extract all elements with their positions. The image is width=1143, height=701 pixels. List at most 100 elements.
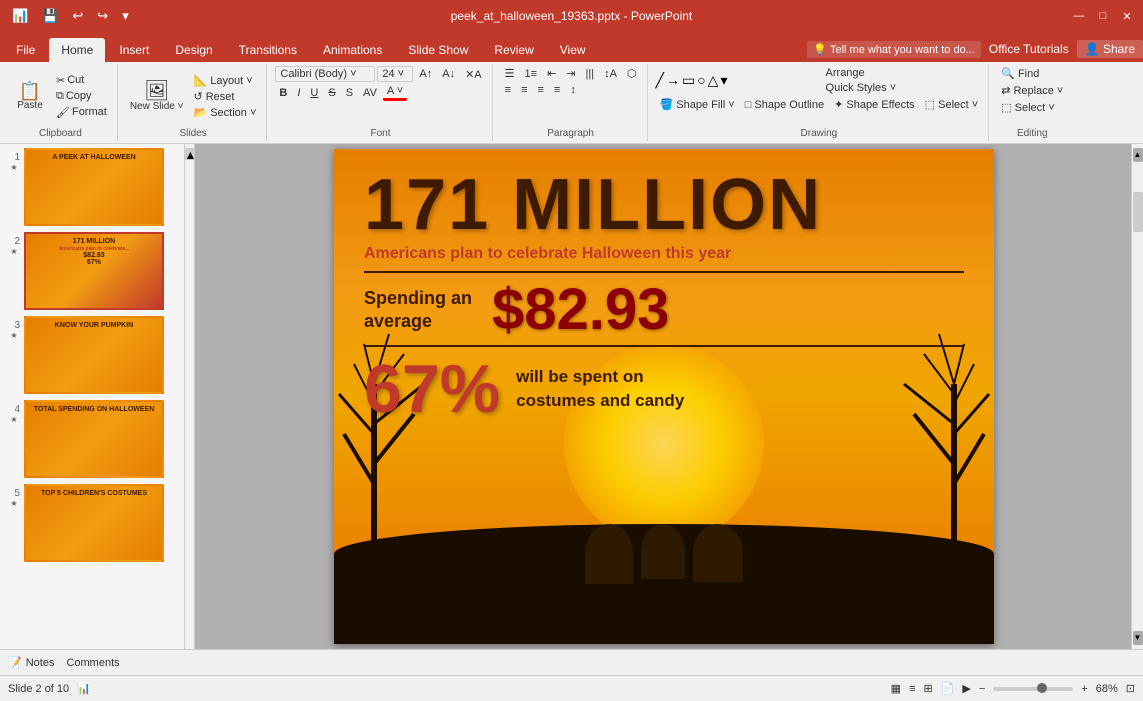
slide-thumb-5[interactable]: 5 ★ TOP 5 CHILDREN'S COSTUMES	[4, 484, 180, 562]
maximize-button[interactable]: □	[1095, 8, 1111, 24]
select-button[interactable]: ⬚ Select ˅	[921, 97, 983, 112]
quick-save-button[interactable]: 💾	[38, 6, 62, 26]
bold-button[interactable]: B	[275, 86, 291, 100]
slide-image-5[interactable]: TOP 5 CHILDREN'S COSTUMES	[24, 484, 164, 562]
decrease-indent-button[interactable]: ⇤	[543, 66, 560, 81]
slide-panel[interactable]: 1 ★ A PEEK AT HALLOWEEN 2 ★ 171 MILLIONA…	[0, 144, 185, 649]
char-spacing-button[interactable]: AV	[359, 86, 381, 100]
fit-slide-button[interactable]: ⊡	[1126, 682, 1135, 695]
tab-insert[interactable]: Insert	[107, 38, 161, 62]
zoom-in-button[interactable]: +	[1081, 683, 1087, 695]
vertical-scrollbar[interactable]: ▲ ▼	[1131, 144, 1143, 649]
numbering-button[interactable]: 1≡	[521, 67, 542, 81]
comments-button[interactable]: Comments	[66, 657, 119, 669]
slide-image-2[interactable]: 171 MILLIONAmericans plan to celebrate..…	[24, 232, 164, 310]
increase-font-button[interactable]: A↑	[415, 67, 436, 81]
new-slide-icon: 🖼	[144, 81, 169, 101]
slide-sorter-button[interactable]: ⊞	[923, 682, 932, 695]
slide-thumb-3[interactable]: 3 ★ KNOW YOUR PUMPKIN	[4, 316, 180, 394]
minimize-button[interactable]: —	[1071, 8, 1087, 24]
align-center-button[interactable]: ≡	[517, 83, 531, 97]
reading-view-button[interactable]: 📄	[941, 682, 955, 695]
scroll-thumb[interactable]	[1133, 192, 1143, 232]
normal-view-button[interactable]: ▦	[891, 682, 901, 695]
circle-shape[interactable]: ○	[697, 72, 705, 89]
align-left-button[interactable]: ≡	[501, 83, 515, 97]
decrease-font-button[interactable]: A↓	[438, 67, 459, 81]
notes-button[interactable]: Notes	[26, 657, 55, 669]
scroll-down-arrow[interactable]: ▼	[1133, 631, 1143, 645]
tab-animations[interactable]: Animations	[311, 38, 394, 62]
font-selector[interactable]: Calibri (Body) ˅	[275, 66, 375, 82]
main-slide[interactable]: 171 MILLION Americans plan to celebrate …	[334, 149, 994, 644]
tab-home[interactable]: Home	[49, 38, 105, 62]
tab-transitions[interactable]: Transitions	[227, 38, 309, 62]
close-button[interactable]: ✕	[1119, 8, 1135, 24]
layout-button[interactable]: 📐 Layout ˅	[189, 73, 260, 88]
slide-image-4[interactable]: TOTAL SPENDING ON HALLOWEEN	[24, 400, 164, 478]
office-tutorials-link[interactable]: Office Tutorials	[989, 42, 1069, 56]
line-shape[interactable]: ╱	[656, 72, 664, 89]
vertical-scrollbar-left[interactable]: ▲	[185, 144, 195, 649]
slide-thumb-4[interactable]: 4 ★ TOTAL SPENDING ON HALLOWEEN	[4, 400, 180, 478]
tab-review[interactable]: Review	[482, 38, 545, 62]
quick-redo-button[interactable]: ↪	[93, 6, 112, 26]
quick-styles-button[interactable]: Quick Styles ˅	[822, 81, 901, 95]
shadow-button[interactable]: S	[342, 86, 357, 100]
zoom-out-button[interactable]: −	[979, 683, 985, 695]
smart-art-button[interactable]: ⬡	[623, 66, 641, 81]
presenter-view-button[interactable]: ▶	[962, 682, 970, 695]
slide-thumb-1[interactable]: 1 ★ A PEEK AT HALLOWEEN	[4, 148, 180, 226]
tab-slideshow[interactable]: Slide Show	[396, 38, 480, 62]
zoom-slider[interactable]	[993, 687, 1073, 691]
slide-image-3[interactable]: KNOW YOUR PUMPKIN	[24, 316, 164, 394]
tab-design[interactable]: Design	[163, 38, 224, 62]
tab-file[interactable]: File	[4, 38, 47, 62]
quick-undo-button[interactable]: ↩	[68, 6, 87, 26]
reset-button[interactable]: ↺ Reset	[189, 89, 260, 104]
copy-button[interactable]: ⧉ Copy	[52, 89, 111, 104]
scroll-up-arrow[interactable]: ▲	[1133, 148, 1143, 162]
share-button[interactable]: 👤 Share	[1077, 40, 1143, 58]
section-button[interactable]: 📂 Section ˅	[189, 105, 260, 120]
font-size-selector[interactable]: 24 ˅	[377, 66, 413, 82]
outline-view-button[interactable]: ≡	[909, 683, 915, 695]
increase-indent-button[interactable]: ⇥	[562, 66, 579, 81]
triangle-shape[interactable]: △	[708, 72, 719, 89]
rect-shape[interactable]: ▭	[682, 72, 695, 89]
shape-outline-button[interactable]: □ Shape Outline	[741, 98, 828, 112]
font-color-button[interactable]: A ˅	[383, 84, 407, 101]
text-direction-button[interactable]: ↕A	[600, 67, 621, 81]
line-spacing-button[interactable]: ↕	[566, 83, 580, 97]
more-shapes[interactable]: ▾	[720, 72, 727, 89]
strikethrough-button[interactable]: S	[324, 86, 339, 100]
italic-button[interactable]: I	[293, 86, 304, 100]
paste-button[interactable]: 📋 Paste	[10, 68, 50, 124]
scroll-up-button[interactable]: ▲	[185, 148, 195, 160]
tell-me-input[interactable]: 💡 Tell me what you want to do...	[807, 41, 980, 58]
canvas-area[interactable]: ▲	[185, 144, 1143, 649]
tab-view[interactable]: View	[548, 38, 598, 62]
arrow-shape[interactable]: →	[666, 72, 680, 89]
customize-quick-access[interactable]: ▾	[118, 6, 133, 26]
shape-fill-button[interactable]: 🪣 Shape Fill ˅	[656, 97, 739, 112]
clear-format-button[interactable]: ✕A	[461, 67, 486, 82]
arrange-button[interactable]: Arrange	[822, 66, 901, 80]
drawing-buttons-col: Arrange Quick Styles ˅	[822, 66, 901, 95]
cut-button[interactable]: ✂ Cut	[52, 73, 111, 88]
shape-effects-button[interactable]: ✦ Shape Effects	[830, 97, 919, 112]
format-painter-button[interactable]: 🖌 Format	[52, 105, 111, 120]
slide-image-1[interactable]: A PEEK AT HALLOWEEN	[24, 148, 164, 226]
bullets-button[interactable]: ☰	[501, 66, 519, 81]
replace-button[interactable]: ⇄ Replace ˅	[997, 83, 1067, 98]
justify-button[interactable]: ≡	[550, 83, 564, 97]
new-slide-button[interactable]: 🖼 New Slide ˅	[126, 68, 188, 124]
slide-thumb-2[interactable]: 2 ★ 171 MILLIONAmericans plan to celebra…	[4, 232, 180, 310]
find-button[interactable]: 🔍 Find	[997, 66, 1043, 81]
underline-button[interactable]: U	[306, 86, 322, 100]
slide-text-area[interactable]: 171 MILLION Americans plan to celebrate …	[364, 169, 964, 423]
columns-button[interactable]: |||	[582, 67, 599, 81]
zoom-slider-thumb[interactable]	[1037, 683, 1047, 693]
align-right-button[interactable]: ≡	[533, 83, 547, 97]
select-editing-button[interactable]: ⬚ Select ˅	[997, 100, 1059, 115]
